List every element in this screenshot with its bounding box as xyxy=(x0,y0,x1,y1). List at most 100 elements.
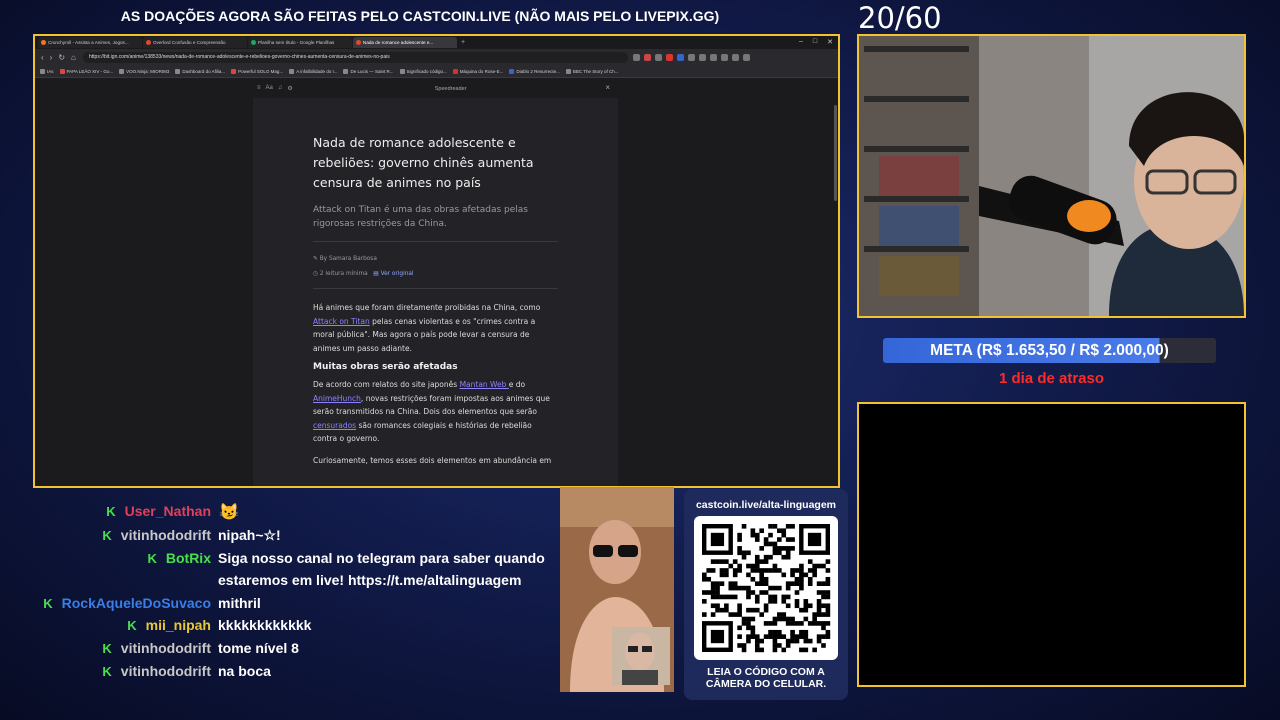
donation-goal-bar: META (R$ 1.653,50 / R$ 2.000,00) xyxy=(883,338,1216,363)
chat-message: Siga nosso canal no telegram para saber … xyxy=(218,550,545,566)
qr-code-icon[interactable] xyxy=(694,516,838,660)
kick-icon: K xyxy=(102,641,112,656)
extension-icon[interactable] xyxy=(633,53,640,61)
bookmark-item[interactable]: Diablo 2 Resurrecte... xyxy=(509,68,560,74)
reading-line: ◷ 2 leitura mínima ▤ Ver original xyxy=(313,271,414,277)
new-tab-icon[interactable]: + xyxy=(461,39,465,46)
divider xyxy=(313,288,558,289)
close-icon[interactable]: ✕ xyxy=(827,38,833,46)
home-icon[interactable]: ⌂ xyxy=(71,53,76,62)
back-icon[interactable]: ‹ xyxy=(41,53,44,62)
screen-capture: Crunchyroll - Assista a Animes, Jogos...… xyxy=(33,34,840,488)
nav-buttons: ‹ › ↻ ⌂ xyxy=(41,53,83,62)
bookmark-item[interactable]: De Lucis — Saint R... xyxy=(343,68,394,74)
article-title: Nada de romance adolescente e rebeliões:… xyxy=(313,135,534,190)
bookmark-item[interactable]: Máquina do Rose-E... xyxy=(452,68,503,74)
bookmarks-bar: IAs PAPA LEÃO XIV - Go... VOO.Ninja: MIO… xyxy=(35,65,838,78)
address-row: ‹ › ↻ ⌂ https://bit.ign.com/anime/138533… xyxy=(35,49,838,65)
chat-message: estaremos em live! https://t.me/altaling… xyxy=(218,572,522,588)
censurados-link[interactable]: censurados xyxy=(313,421,356,430)
chat-message: nipah~☆! xyxy=(218,527,281,543)
forward-icon[interactable]: › xyxy=(50,53,53,62)
bookmark-item[interactable]: IAs xyxy=(40,68,54,74)
kick-icon: K xyxy=(102,528,112,543)
folder-icon xyxy=(59,68,65,74)
chat-username: Kmii_nipah xyxy=(127,617,211,633)
mantan-web-link[interactable]: Mantan Web xyxy=(460,380,509,389)
scrollbar[interactable] xyxy=(834,105,837,201)
kick-icon: K xyxy=(43,596,53,611)
window-controls: – □ ✕ xyxy=(799,38,833,46)
kick-icon: K xyxy=(127,618,137,633)
extension-icon[interactable] xyxy=(721,53,728,61)
address-bar[interactable]: https://bit.ign.com/anime/138533/news/na… xyxy=(83,51,628,63)
chat-username: Kvitinhododrift xyxy=(102,640,211,656)
bookmark-item[interactable]: BBC The Story of Ch... xyxy=(565,68,619,74)
clock-icon: ◷ xyxy=(313,271,320,277)
kick-icon: K xyxy=(102,664,112,679)
extension-icon[interactable] xyxy=(732,53,739,61)
site-icon xyxy=(146,40,151,45)
reader-view: ≡ Aa ♫ ⚙ Speedreader × Nada de romance a… xyxy=(35,79,838,486)
chat-message: tome nível 8 xyxy=(218,640,299,656)
bookmark-item[interactable]: VOO.Ninja: MIORIM3 xyxy=(119,68,169,74)
browser-tab[interactable]: Crunchyroll - Assista a Animes, Jogos... xyxy=(38,37,142,48)
browser-tab[interactable]: Planilha sem título - Google Planilhas xyxy=(248,37,352,48)
chat-username: Kvitinhododrift xyxy=(102,663,211,679)
article-paragraph: De acordo com relatos do site japonês Ma… xyxy=(313,380,550,443)
extension-icon[interactable] xyxy=(644,53,651,61)
settings-icon[interactable]: ⚙ xyxy=(287,85,292,92)
bookmark-icon xyxy=(175,68,181,74)
streamer-webcam xyxy=(857,34,1246,318)
chat-username: K RockAqueleDoSuvaco xyxy=(43,595,211,611)
extension-icon[interactable] xyxy=(710,53,717,61)
bookmark-icon xyxy=(231,68,237,74)
reader-close-icon[interactable]: × xyxy=(605,83,610,92)
qr-panel: castcoin.live/alta-linguagem LEIA O CÓDI… xyxy=(684,489,848,700)
bookmark-icon xyxy=(452,68,458,74)
bookmark-item[interactable]: PAPA LEÃO XIV - Go... xyxy=(59,68,113,74)
chat-message: kkkkkkkkkkkk xyxy=(218,617,312,633)
extension-icon[interactable] xyxy=(699,53,706,61)
extension-icon[interactable] xyxy=(666,53,673,61)
reader-column: Nada de romance adolescente e rebeliões:… xyxy=(253,98,618,486)
guest-illustration xyxy=(560,487,674,692)
browser-tab[interactable]: Overlord Confusão e Compreensão xyxy=(143,37,247,48)
bookmark-item[interactable]: Powerful SOLO Mag... xyxy=(231,68,283,74)
minimize-icon[interactable]: – xyxy=(799,38,803,46)
bookmark-item[interactable]: A infalibilidade do I... xyxy=(289,68,337,74)
browser-tab-active[interactable]: Nada de romance adolescente e... xyxy=(353,37,457,48)
font-size-icon[interactable]: Aa xyxy=(266,85,273,92)
extension-icon[interactable] xyxy=(688,53,695,61)
webcam-illustration xyxy=(859,36,1244,316)
reload-icon[interactable]: ↻ xyxy=(58,53,65,62)
article: Nada de romance adolescente e rebeliões:… xyxy=(313,133,558,467)
bookmark-item[interactable]: Significado código... xyxy=(399,68,447,74)
extension-icon[interactable] xyxy=(655,53,662,61)
reader-toolbar: ≡ Aa ♫ ⚙ Speedreader × xyxy=(255,79,620,98)
extension-icon[interactable] xyxy=(677,53,684,61)
list-icon[interactable]: ≡ xyxy=(257,85,261,92)
bookmark-item[interactable]: Dashboard do Afiliа... xyxy=(175,68,225,74)
browser-tab-bar: Crunchyroll - Assista a Animes, Jogos...… xyxy=(35,36,838,49)
bookmark-icon xyxy=(399,68,405,74)
view-original-link[interactable]: Ver original xyxy=(381,271,414,277)
empty-video-slot xyxy=(857,402,1246,687)
article-paragraph: Curiosamente, temos esses dois elementos… xyxy=(313,455,552,465)
chat-username: K User_Nathan xyxy=(106,503,211,519)
bookmark-icon xyxy=(289,68,295,74)
article-paragraph: Há animes que foram diretamente proibida… xyxy=(313,303,541,353)
article-subtitle: Attack on Titan é uma das obras afetadas… xyxy=(313,203,558,242)
headphones-icon[interactable]: ♫ xyxy=(278,85,283,92)
qr-url: castcoin.live/alta-linguagem xyxy=(695,499,837,511)
qr-code-graphic xyxy=(702,524,831,653)
animehunch-link[interactable]: AnimeHunch xyxy=(313,394,361,403)
bookmark-icon xyxy=(509,68,515,74)
extensions-area xyxy=(628,53,838,61)
attack-on-titan-link[interactable]: Attack on Titan xyxy=(313,317,370,326)
maximize-icon[interactable]: □ xyxy=(813,38,817,46)
donation-banner: AS DOAÇÕES AGORA SÃO FEITAS PELO CASTCOI… xyxy=(120,8,720,24)
qr-instruction: LEIA O CÓDIGO COM A CÂMERA DO CELULAR. xyxy=(705,666,827,690)
menu-icon[interactable] xyxy=(743,53,750,61)
author-line: ✎ By Samara Barbosa xyxy=(313,256,377,262)
